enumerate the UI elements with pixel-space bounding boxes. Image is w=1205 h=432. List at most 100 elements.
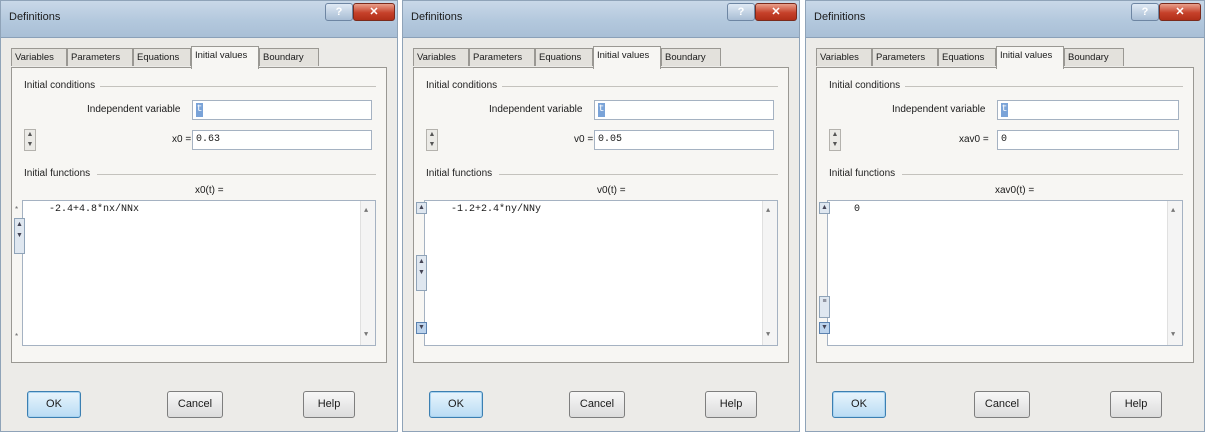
close-button[interactable]: ✕ — [1159, 3, 1201, 21]
tab-panel: Initial conditions Independent variable … — [11, 67, 387, 363]
cancel-button[interactable]: Cancel — [569, 391, 625, 418]
independent-variable-value: t — [598, 103, 605, 117]
tab-panel: Initial conditions Independent variable … — [816, 67, 1194, 363]
init-value-input[interactable]: 0 — [997, 130, 1179, 150]
tab-equations[interactable]: Equations — [535, 48, 593, 66]
init-value-input[interactable]: 0.63 — [192, 130, 372, 150]
up-arrow-icon: ▲ — [1171, 207, 1176, 215]
group-divider — [100, 86, 376, 87]
close-button[interactable]: ✕ — [353, 3, 395, 21]
help-button[interactable]: Help — [303, 391, 355, 418]
tab-variables[interactable]: Variables — [413, 48, 469, 66]
tab-boundary[interactable]: Boundary — [661, 48, 721, 66]
tab-equations[interactable]: Equations — [938, 48, 996, 66]
independent-variable-input[interactable]: t — [997, 100, 1179, 120]
help-button[interactable]: Help — [705, 391, 757, 418]
independent-variable-input[interactable]: t — [594, 100, 774, 120]
initial-function-text: -1.2+2.4*ny/NNy — [451, 204, 542, 215]
vertical-scrollbar[interactable]: ▲ ▼ — [1167, 201, 1182, 345]
help-title-button[interactable]: ? — [1131, 3, 1159, 21]
row-spinner[interactable]: ▲ ▼ — [14, 218, 25, 254]
row-up-button[interactable]: ▲ — [416, 202, 427, 214]
help-title-button[interactable]: ? — [727, 3, 755, 21]
question-icon: ? — [1141, 6, 1149, 18]
ok-button[interactable]: OK — [832, 391, 886, 418]
initial-functions-label: Initial functions — [829, 168, 896, 179]
row-down-button[interactable]: ▼ — [416, 322, 427, 334]
up-arrow-icon: ▲ — [16, 221, 23, 228]
tab-parameters[interactable]: Parameters — [872, 48, 938, 66]
row-up-button[interactable]: ▲ — [819, 202, 830, 214]
down-arrow-icon: ▼ — [821, 324, 828, 331]
initial-function-editor[interactable]: -2.4+4.8*nx/NNx ▲ ▼ — [22, 200, 376, 346]
function-label: x0(t) = — [195, 185, 224, 196]
title-bar: Definitions ? ✕ — [1, 1, 397, 38]
cancel-button[interactable]: Cancel — [974, 391, 1030, 418]
up-arrow-icon: ▲ — [26, 131, 34, 138]
initial-functions-label: Initial functions — [24, 168, 91, 179]
function-label: xav0(t) = — [995, 185, 1035, 196]
down-arrow-icon: ▼ — [364, 331, 369, 339]
initial-conditions-label: Initial conditions — [829, 80, 901, 91]
initial-functions-label: Initial functions — [426, 168, 493, 179]
question-icon: ? — [737, 6, 745, 18]
up-arrow-icon: ▲ — [418, 204, 425, 211]
down-arrow-icon: ▼ — [428, 141, 436, 148]
definitions-dialog-2: Definitions ? ✕ Variables Parameters Equ… — [402, 0, 800, 432]
close-button[interactable]: ✕ — [755, 3, 797, 21]
down-arrow-icon: ▼ — [418, 269, 425, 276]
init-value-label: v0 = — [574, 134, 594, 145]
tab-initial-values[interactable]: Initial values — [593, 46, 661, 69]
title-bar: Definitions ? ✕ — [806, 1, 1204, 38]
group-divider — [499, 174, 778, 175]
init-spinner[interactable]: ▲ ▼ — [829, 129, 841, 151]
init-spinner[interactable]: ▲ ▼ — [24, 129, 36, 151]
independent-variable-label: Independent variable — [489, 104, 583, 115]
dialog-title: Definitions — [814, 11, 866, 23]
initial-function-text: 0 — [854, 204, 861, 215]
up-arrow-icon: ▲ — [364, 207, 369, 215]
row-down-button[interactable]: ▼ — [819, 322, 830, 334]
function-label: v0(t) = — [597, 185, 626, 196]
row-marker: * — [15, 205, 19, 214]
independent-variable-value: t — [1001, 103, 1008, 117]
row-scroll-thumb[interactable]: ≡ — [819, 296, 830, 318]
row-marker: * — [15, 332, 19, 341]
initial-function-editor[interactable]: -1.2+2.4*ny/NNy ▲ ▼ — [424, 200, 778, 346]
init-value-input[interactable]: 0.05 — [594, 130, 774, 150]
vertical-scrollbar[interactable]: ▲ ▼ — [360, 201, 375, 345]
tab-boundary[interactable]: Boundary — [259, 48, 319, 66]
tab-initial-values[interactable]: Initial values — [996, 46, 1064, 69]
tab-parameters[interactable]: Parameters — [67, 48, 133, 66]
tab-variables[interactable]: Variables — [11, 48, 67, 66]
init-spinner[interactable]: ▲ ▼ — [426, 129, 438, 151]
down-arrow-icon: ▼ — [831, 141, 839, 148]
tab-parameters[interactable]: Parameters — [469, 48, 535, 66]
group-divider — [902, 174, 1183, 175]
group-divider — [97, 174, 376, 175]
help-title-button[interactable]: ? — [325, 3, 353, 21]
tab-equations[interactable]: Equations — [133, 48, 191, 66]
close-x-icon: ✕ — [1175, 6, 1185, 18]
down-arrow-icon: ▼ — [1171, 331, 1176, 339]
independent-variable-label: Independent variable — [892, 104, 986, 115]
definitions-dialog-3: Definitions ? ✕ Variables Parameters Equ… — [805, 0, 1205, 432]
tab-variables[interactable]: Variables — [816, 48, 872, 66]
initial-conditions-label: Initial conditions — [24, 80, 96, 91]
vertical-scrollbar[interactable]: ▲ ▼ — [762, 201, 777, 345]
independent-variable-input[interactable]: t — [192, 100, 372, 120]
cancel-button[interactable]: Cancel — [167, 391, 223, 418]
dialog-title: Definitions — [9, 11, 61, 23]
initial-function-editor[interactable]: 0 ▲ ▼ — [827, 200, 1183, 346]
tab-initial-values[interactable]: Initial values — [191, 46, 259, 69]
initial-function-text: -2.4+4.8*nx/NNx — [49, 204, 140, 215]
definitions-dialog-1: Definitions ? ✕ Variables Parameters Equ… — [0, 0, 398, 432]
up-arrow-icon: ▲ — [418, 258, 425, 265]
up-arrow-icon: ▲ — [766, 207, 771, 215]
ok-button[interactable]: OK — [27, 391, 81, 418]
independent-variable-label: Independent variable — [87, 104, 181, 115]
help-button[interactable]: Help — [1110, 391, 1162, 418]
tab-boundary[interactable]: Boundary — [1064, 48, 1124, 66]
ok-button[interactable]: OK — [429, 391, 483, 418]
row-spinner[interactable]: ▲ ▼ — [416, 255, 427, 291]
